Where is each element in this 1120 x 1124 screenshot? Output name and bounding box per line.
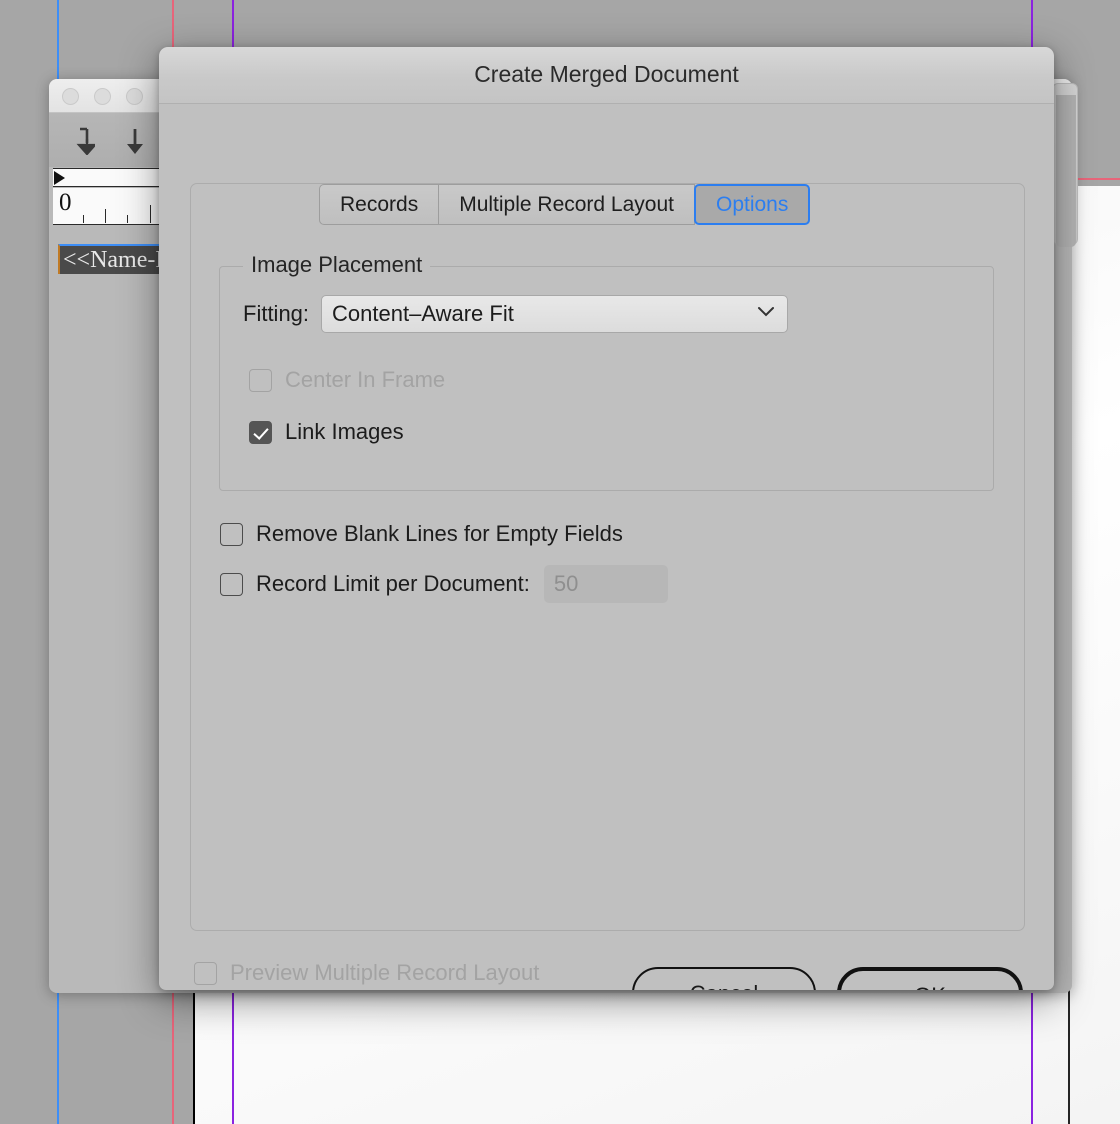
ruler-tick: [105, 209, 106, 223]
tab-records-label: Records: [340, 192, 419, 216]
minimize-icon[interactable]: [94, 88, 111, 105]
preview-multiple-record-layout-checkbox[interactable]: [194, 961, 217, 985]
tab-bar[interactable]: Records Multiple Record Layout Options: [319, 184, 811, 225]
record-limit-checkbox[interactable]: [220, 572, 243, 596]
dialog-action-buttons: Cancel OK: [632, 967, 1023, 990]
chevron-down-icon: [757, 305, 775, 323]
indent-marker-icon[interactable]: [54, 171, 65, 185]
preview-multiple-record-layout-row[interactable]: Preview Multiple Record Layout: [194, 960, 539, 986]
tab-multiple-record-layout[interactable]: Multiple Record Layout: [439, 184, 695, 225]
close-icon[interactable]: [62, 88, 79, 105]
ruler-origin-label: 0: [59, 189, 72, 216]
image-placement-legend: Image Placement: [243, 252, 431, 278]
link-images-checkbox-row[interactable]: Link Images: [249, 419, 404, 445]
dialog-titlebar: Create Merged Document: [159, 47, 1054, 104]
tab-records[interactable]: Records: [319, 184, 440, 225]
fitting-label: Fitting:: [243, 301, 310, 326]
preview-multiple-record-layout-label: Preview Multiple Record Layout: [230, 960, 540, 985]
cancel-button[interactable]: Cancel: [632, 967, 816, 990]
center-in-frame-checkbox-row[interactable]: Center In Frame: [249, 367, 445, 393]
down-arrow-icon[interactable]: [122, 127, 148, 155]
center-in-frame-checkbox[interactable]: [249, 368, 272, 392]
center-in-frame-label: Center In Frame: [285, 367, 446, 392]
cancel-button-label: Cancel: [690, 981, 758, 991]
ruler-tick: [83, 215, 84, 223]
create-merged-document-dialog[interactable]: Create Merged Document Records Multiple …: [159, 47, 1054, 990]
fitting-select[interactable]: Content–Aware Fit: [321, 295, 789, 333]
zoom-icon[interactable]: [126, 88, 143, 105]
tab-multiple-record-layout-label: Multiple Record Layout: [459, 192, 674, 216]
ruler-tick: [150, 205, 151, 223]
return-down-arrow-icon[interactable]: [69, 127, 98, 156]
ok-button-label: OK: [914, 983, 946, 991]
remove-blank-lines-label: Remove Blank Lines for Empty Fields: [256, 521, 623, 546]
link-images-checkbox[interactable]: [249, 420, 272, 444]
dialog-title: Create Merged Document: [474, 61, 739, 87]
ok-button[interactable]: OK: [837, 967, 1023, 990]
tab-options-label: Options: [715, 192, 789, 216]
fitting-row: Fitting: Content–Aware Fit: [243, 295, 789, 333]
tab-options[interactable]: Options: [693, 184, 811, 225]
merge-placeholder-text: <<Name-F: [63, 247, 169, 273]
fitting-select-value: Content–Aware Fit: [332, 301, 514, 326]
link-images-label: Link Images: [285, 419, 404, 444]
record-limit-label: Record Limit per Document:: [256, 571, 530, 596]
record-limit-input[interactable]: 50: [543, 565, 668, 603]
dialog-body: Records Multiple Record Layout Options I…: [159, 104, 1054, 990]
remove-blank-lines-checkbox-row[interactable]: Remove Blank Lines for Empty Fields: [220, 521, 623, 547]
remove-blank-lines-checkbox[interactable]: [220, 522, 243, 546]
docked-panel-body[interactable]: [1056, 95, 1076, 247]
record-limit-checkbox-row[interactable]: Record Limit per Document: 50: [220, 565, 668, 603]
ruler-tick: [127, 215, 128, 223]
